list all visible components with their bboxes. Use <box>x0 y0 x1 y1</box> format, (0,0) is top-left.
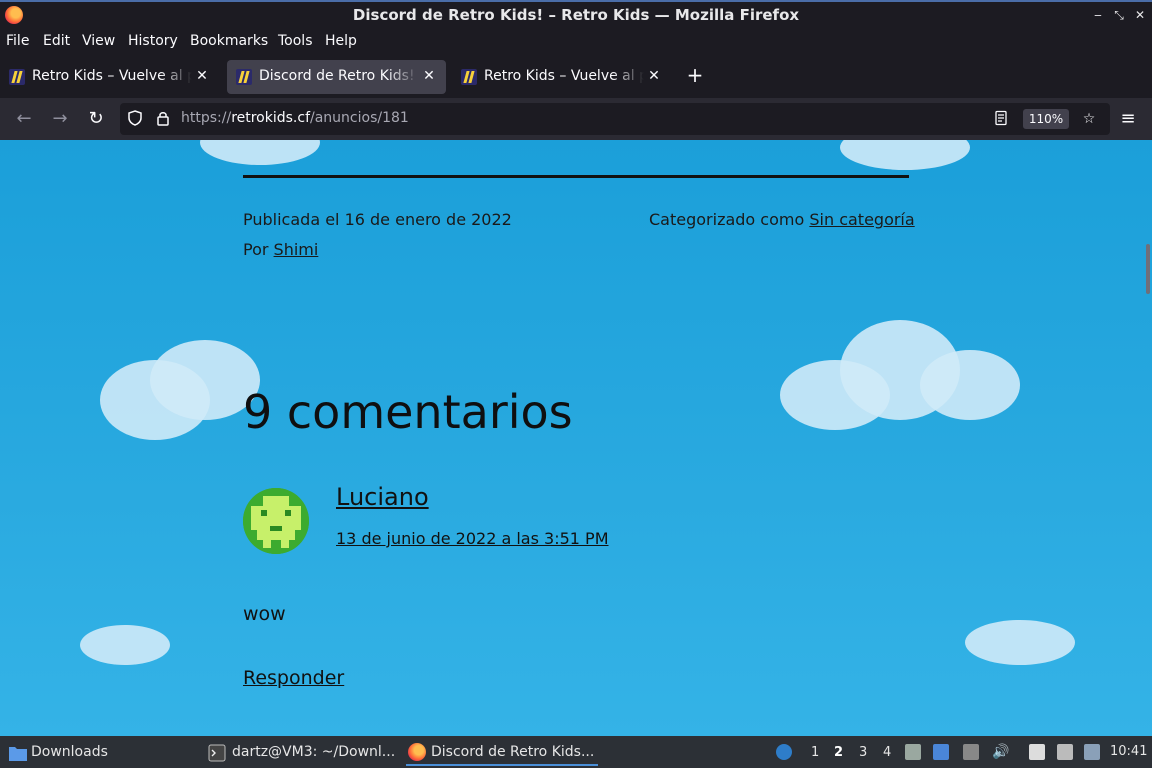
retro-kids-favicon-icon <box>9 69 25 85</box>
taskbar-firefox[interactable]: Discord de Retro Kids... <box>406 740 598 766</box>
window-title: Discord de Retro Kids! – Retro Kids — Mo… <box>352 6 800 24</box>
page-content: Publicada el 16 de enero de 2022 Por Shi… <box>0 140 1152 736</box>
comment-text: wow <box>243 603 286 625</box>
show-desktop-icon[interactable] <box>933 744 949 760</box>
menu-edit[interactable]: Edit <box>43 33 70 49</box>
tab-retro-kids-2[interactable]: Retro Kids – Vuelve al pasado ✕ <box>452 60 671 94</box>
menu-help[interactable]: Help <box>325 33 357 49</box>
terminal-icon <box>208 744 226 762</box>
network-icon[interactable] <box>1057 744 1073 760</box>
desktop-taskbar: Downloads dartz@VM3: ~/Downl... Discord … <box>0 736 1152 768</box>
tab-retro-kids-1[interactable]: Retro Kids – Vuelve al pasado ✕ <box>0 60 219 94</box>
close-window-icon[interactable]: ✕ <box>1132 7 1148 23</box>
comments-heading: 9 comentarios <box>243 385 573 439</box>
minimize-icon[interactable]: ‒ <box>1090 7 1106 23</box>
retro-kids-favicon-icon <box>236 69 252 85</box>
url-scheme: https:// <box>181 110 232 126</box>
restore-icon[interactable]: ⤡ <box>1111 7 1127 23</box>
reload-icon[interactable]: ↻ <box>85 108 107 130</box>
url-bar[interactable]: https://retrokids.cf/anuncios/181 110% ☆ <box>120 103 1110 135</box>
hamburger-menu-icon[interactable]: ≡ <box>1117 108 1139 130</box>
menu-bar: File Edit View History Bookmarks Tools H… <box>0 30 1152 54</box>
workspace-1[interactable]: 1 <box>811 745 819 760</box>
taskbar-terminal-label: dartz@VM3: ~/Downl... <box>232 744 396 760</box>
tab-discord-active[interactable]: Discord de Retro Kids! – Retro Kids ✕ <box>227 60 446 94</box>
clipboard-icon[interactable] <box>1029 744 1045 760</box>
close-tab-icon[interactable]: ✕ <box>193 67 211 85</box>
reader-view-icon[interactable] <box>992 110 1010 128</box>
commenter-avatar <box>243 488 309 554</box>
tracking-shield-icon[interactable] <box>126 110 144 128</box>
url-host: retrokids.cf <box>231 110 311 126</box>
post-author-link[interactable]: Shimi <box>274 240 319 259</box>
taskbar-terminal[interactable]: dartz@VM3: ~/Downl... <box>208 740 398 766</box>
workspace-3[interactable]: 3 <box>859 745 867 760</box>
eject-icon[interactable] <box>963 744 979 760</box>
window-titlebar: Discord de Retro Kids! – Retro Kids — Mo… <box>0 0 1152 30</box>
comment-author-link[interactable]: Luciano <box>336 483 429 511</box>
by-label: Por <box>243 240 269 259</box>
menu-bookmarks[interactable]: Bookmarks <box>190 33 268 49</box>
notification-icon[interactable] <box>1084 744 1100 760</box>
post-separator <box>243 175 909 178</box>
navigation-toolbar: ← → ↻ https://retrokids.cf/anuncios/181 … <box>0 98 1152 140</box>
post-date: Publicada el 16 de enero de 2022 <box>243 210 512 229</box>
post-category-line: Categorizado como Sin categoría <box>649 210 915 229</box>
tab-label: Retro Kids – Vuelve al pasado <box>484 68 644 84</box>
menu-tools[interactable]: Tools <box>278 33 313 49</box>
category-label: Categorizado como <box>649 210 805 229</box>
menu-file[interactable]: File <box>6 33 29 49</box>
firefox-icon <box>408 743 426 761</box>
category-link[interactable]: Sin categoría <box>809 210 914 229</box>
back-arrow-icon[interactable]: ← <box>13 108 35 130</box>
tab-label: Discord de Retro Kids! – Retro Kids <box>259 68 419 84</box>
volume-icon[interactable]: 🔊 <box>992 744 1009 760</box>
scrollbar-thumb[interactable] <box>1146 244 1150 294</box>
taskbar-downloads[interactable]: Downloads <box>8 740 198 766</box>
forward-arrow-icon[interactable]: → <box>49 108 71 130</box>
close-tab-icon[interactable]: ✕ <box>420 67 438 85</box>
reply-link[interactable]: Responder <box>243 667 344 689</box>
new-tab-plus-icon[interactable]: + <box>684 64 706 86</box>
url-path: /anuncios/181 <box>310 110 409 126</box>
app-launcher-icon[interactable] <box>776 744 792 760</box>
taskbar-firefox-label: Discord de Retro Kids... <box>431 744 595 760</box>
lock-icon[interactable] <box>154 110 172 128</box>
menu-history[interactable]: History <box>128 33 178 49</box>
menu-view[interactable]: View <box>82 33 115 49</box>
file-manager-icon[interactable] <box>905 744 921 760</box>
post-author-line: Por Shimi <box>243 240 318 259</box>
bookmark-star-icon[interactable]: ☆ <box>1080 110 1098 128</box>
folder-icon <box>9 747 27 761</box>
zoom-level-indicator[interactable]: 110% <box>1023 109 1069 129</box>
tab-strip: Retro Kids – Vuelve al pasado ✕ Discord … <box>0 56 1152 98</box>
close-tab-icon[interactable]: ✕ <box>645 67 663 85</box>
url-text[interactable]: https://retrokids.cf/anuncios/181 <box>181 110 409 126</box>
tab-label: Retro Kids – Vuelve al pasado <box>32 68 192 84</box>
workspace-4[interactable]: 4 <box>883 745 891 760</box>
retro-kids-favicon-icon <box>461 69 477 85</box>
workspace-2[interactable]: 2 <box>834 745 843 760</box>
clock: 10:41 <box>1110 744 1148 759</box>
taskbar-downloads-label: Downloads <box>31 744 108 760</box>
comment-date-link[interactable]: 13 de junio de 2022 a las 3:51 PM <box>336 529 609 548</box>
